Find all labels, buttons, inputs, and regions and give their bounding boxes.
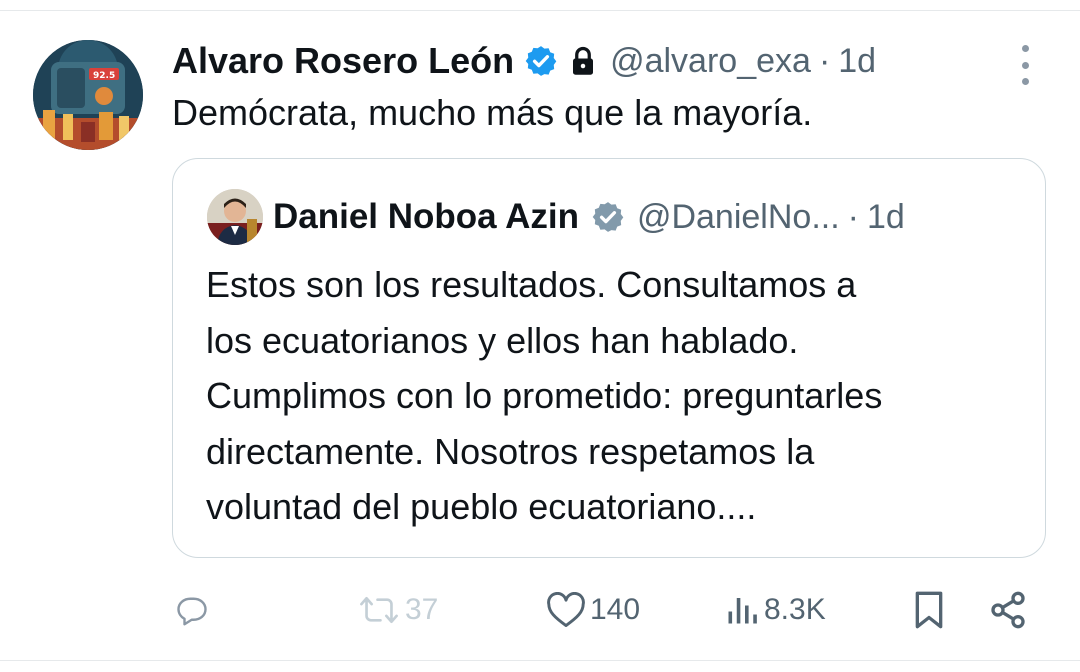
views-count: 8.3K xyxy=(764,593,826,626)
quoted-tweet-timestamp[interactable]: 1d xyxy=(867,198,905,237)
quoted-tweet-header: Daniel Noboa Azin @DanielNo... · 1d xyxy=(273,193,905,241)
verified-badge-icon[interactable] xyxy=(524,44,558,78)
top-divider xyxy=(0,10,1080,11)
reply-button[interactable] xyxy=(174,585,214,635)
avatar-frequency-text: 92.5 xyxy=(93,71,115,81)
quoted-avatar-image xyxy=(207,189,263,245)
like-button[interactable]: 140 xyxy=(546,585,640,635)
radio-avatar-image: 92.5 xyxy=(33,40,143,150)
header-separator: · xyxy=(818,41,831,80)
quoted-tweet-card[interactable]: Daniel Noboa Azin @DanielNo... · 1d Esto… xyxy=(172,158,1046,558)
lock-icon xyxy=(573,46,594,75)
quoted-text-line: Estos son los resultados. Consultamos a xyxy=(206,264,857,305)
bottom-divider xyxy=(0,660,1080,661)
like-count: 140 xyxy=(590,593,641,626)
retweet-count: 37 xyxy=(405,593,439,626)
quoted-author-avatar[interactable] xyxy=(207,189,263,245)
views-button[interactable]: 8.3K xyxy=(724,585,826,635)
quoted-tweet-text: Estos son los resultados. Consultamos a … xyxy=(206,257,1026,535)
bookmark-icon xyxy=(915,591,943,629)
retweet-button[interactable]: 37 xyxy=(357,585,438,635)
verified-badge-gray-icon[interactable] xyxy=(591,200,625,234)
share-icon xyxy=(991,591,1025,629)
quoted-author-handle[interactable]: @DanielNo... xyxy=(637,198,840,237)
share-button[interactable] xyxy=(988,585,1028,635)
quoted-header-separator: · xyxy=(847,197,859,236)
reply-icon xyxy=(177,597,207,626)
heart-icon xyxy=(547,592,585,628)
author-handle[interactable]: @alvaro_exa xyxy=(610,42,811,81)
tweet-timestamp[interactable]: 1d xyxy=(838,42,876,81)
quoted-text-line: los ecuatorianos y ellos han hablado. xyxy=(206,319,799,361)
more-vertical-icon[interactable] xyxy=(1010,45,1040,85)
tweet-action-bar: 37 140 8.3K xyxy=(0,585,1080,635)
retweet-icon xyxy=(360,596,398,624)
author-avatar[interactable]: 92.5 xyxy=(33,40,143,150)
bookmark-button[interactable] xyxy=(912,585,946,635)
tweet-header: Alvaro Rosero León @alvaro_exa · 1d xyxy=(172,36,876,86)
views-icon xyxy=(728,598,757,624)
quoted-text-line: Cumplimos con lo prometido: preguntarles xyxy=(206,375,883,416)
author-name[interactable]: Alvaro Rosero León xyxy=(172,40,514,82)
tweet-text: Demócrata, mucho más que la mayoría. xyxy=(172,92,813,133)
quoted-text-line: directamente. Nosotros respetamos la xyxy=(206,430,815,472)
quoted-author-name[interactable]: Daniel Noboa Azin xyxy=(273,197,579,237)
quoted-text-line: voluntad del pueblo ecuatoriano.... xyxy=(206,486,757,527)
